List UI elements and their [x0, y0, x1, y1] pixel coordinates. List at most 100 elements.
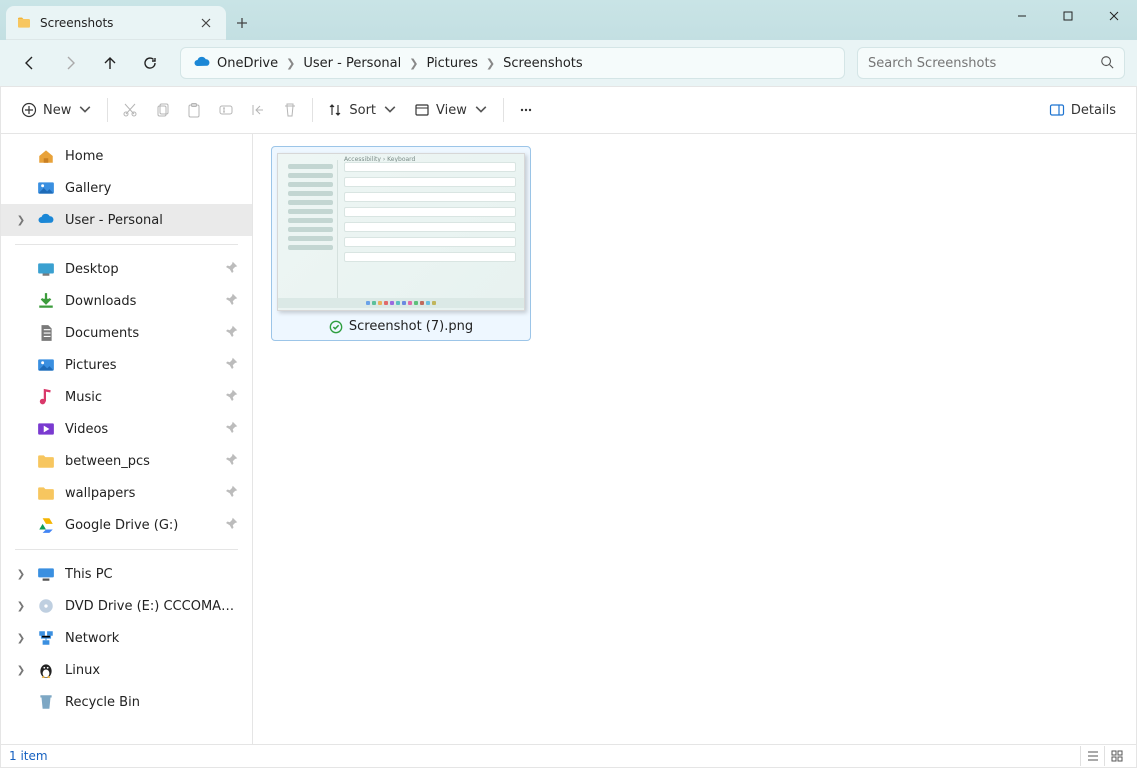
sidebar-item-this-pc[interactable]: ❯ This PC: [1, 558, 252, 590]
sidebar-item-google-drive[interactable]: Google Drive (G:): [1, 509, 252, 541]
title-bar: Screenshots: [0, 0, 1137, 40]
maximize-button[interactable]: [1045, 0, 1091, 32]
pin-icon[interactable]: [226, 389, 238, 405]
sidebar-item-folder[interactable]: wallpapers: [1, 477, 252, 509]
close-window-button[interactable]: [1091, 0, 1137, 32]
recycle-bin-icon: [37, 693, 55, 711]
chevron-right-icon[interactable]: ❯: [405, 57, 422, 70]
sidebar-item-network[interactable]: ❯ Network: [1, 622, 252, 654]
sidebar-item-home[interactable]: Home: [1, 140, 252, 172]
minimize-button[interactable]: [999, 0, 1045, 32]
new-label: New: [43, 103, 71, 118]
copy-button[interactable]: [146, 92, 178, 128]
sidebar-item-desktop[interactable]: Desktop: [1, 253, 252, 285]
sort-icon: [327, 102, 343, 118]
breadcrumb-current[interactable]: Screenshots: [499, 56, 587, 71]
sidebar-item-videos[interactable]: Videos: [1, 413, 252, 445]
sidebar-item-dvd-drive[interactable]: ❯ DVD Drive (E:) CCCOMA_X64FRE_EN: [1, 590, 252, 622]
sidebar-item-downloads[interactable]: Downloads: [1, 285, 252, 317]
tab-title: Screenshots: [40, 16, 194, 30]
up-button[interactable]: [92, 47, 128, 79]
chevron-right-icon[interactable]: ❯: [482, 57, 499, 70]
sidebar-item-folder[interactable]: between_pcs: [1, 445, 252, 477]
search-icon[interactable]: [1100, 54, 1114, 73]
chevron-down-icon: [473, 102, 489, 118]
network-icon: [37, 629, 55, 647]
breadcrumb-item[interactable]: User - Personal: [299, 56, 405, 71]
pin-icon[interactable]: [226, 421, 238, 437]
pin-icon[interactable]: [226, 485, 238, 501]
view-button[interactable]: View: [406, 92, 497, 128]
pin-icon[interactable]: [226, 453, 238, 469]
breadcrumb-bar[interactable]: OneDrive ❯ User - Personal ❯ Pictures ❯ …: [180, 47, 845, 79]
file-list-area[interactable]: Accessibility › Keyboard Screenshot (7).…: [253, 134, 1136, 744]
more-button[interactable]: [510, 92, 542, 128]
pin-icon[interactable]: [226, 325, 238, 341]
chevron-right-icon[interactable]: ❯: [15, 569, 27, 580]
delete-button[interactable]: [274, 92, 306, 128]
sidebar-item-linux[interactable]: ❯ Linux: [1, 654, 252, 686]
chevron-right-icon[interactable]: ❯: [15, 633, 27, 644]
folder-icon: [16, 15, 32, 31]
sidebar-item-label: Documents: [65, 326, 216, 341]
sidebar-item-recycle-bin[interactable]: Recycle Bin: [1, 686, 252, 718]
search-box[interactable]: [857, 47, 1125, 79]
tab-close-button[interactable]: [194, 11, 218, 35]
pin-icon[interactable]: [226, 261, 238, 277]
search-input[interactable]: [868, 56, 1100, 71]
view-icon: [414, 102, 430, 118]
details-pane-button[interactable]: Details: [1041, 92, 1124, 128]
sidebar-item-onedrive-personal[interactable]: ❯ User - Personal: [1, 204, 252, 236]
rename-button[interactable]: [210, 92, 242, 128]
rename-icon: [218, 102, 234, 118]
new-button[interactable]: New: [13, 92, 101, 128]
cut-button[interactable]: [114, 92, 146, 128]
thumbnails-view-button[interactable]: [1104, 746, 1128, 766]
refresh-button[interactable]: [132, 47, 168, 79]
file-item-selected[interactable]: Accessibility › Keyboard Screenshot (7).…: [271, 146, 531, 341]
sidebar-item-label: Music: [65, 390, 216, 405]
status-item-count: 1 item: [9, 749, 48, 763]
chevron-right-icon[interactable]: ❯: [15, 665, 27, 676]
breadcrumb-root[interactable]: OneDrive: [189, 54, 282, 72]
breadcrumb-label: Screenshots: [503, 56, 583, 71]
window-tab[interactable]: Screenshots: [6, 6, 226, 40]
desktop-icon: [37, 260, 55, 278]
sidebar-item-music[interactable]: Music: [1, 381, 252, 413]
breadcrumb-label: OneDrive: [217, 56, 278, 71]
sidebar-separator: [15, 244, 238, 245]
back-button[interactable]: [12, 47, 48, 79]
videos-icon: [37, 420, 55, 438]
details-view-button[interactable]: [1080, 746, 1104, 766]
share-button[interactable]: [242, 92, 274, 128]
details-pane-icon: [1049, 102, 1065, 118]
sort-button[interactable]: Sort: [319, 92, 406, 128]
new-tab-button[interactable]: [226, 6, 258, 40]
chevron-right-icon[interactable]: ❯: [15, 215, 27, 226]
breadcrumb-item[interactable]: Pictures: [422, 56, 481, 71]
ellipsis-icon: [518, 102, 534, 118]
file-thumbnail: Accessibility › Keyboard: [277, 153, 525, 311]
pin-icon[interactable]: [226, 517, 238, 533]
pin-icon[interactable]: [226, 293, 238, 309]
sidebar-item-label: DVD Drive (E:) CCCOMA_X64FRE_EN: [65, 599, 238, 614]
chevron-right-icon[interactable]: ❯: [15, 601, 27, 612]
chevron-down-icon: [77, 102, 93, 118]
sidebar-item-documents[interactable]: Documents: [1, 317, 252, 349]
sidebar-item-label: Pictures: [65, 358, 216, 373]
disc-icon: [37, 597, 55, 615]
sidebar-item-gallery[interactable]: Gallery: [1, 172, 252, 204]
sidebar-item-label: Downloads: [65, 294, 216, 309]
navigation-pane[interactable]: Home Gallery ❯ User - Personal Desktop D…: [1, 134, 253, 744]
sidebar-item-pictures[interactable]: Pictures: [1, 349, 252, 381]
pin-icon[interactable]: [226, 357, 238, 373]
gallery-icon: [37, 179, 55, 197]
file-name: Screenshot (7).png: [349, 319, 473, 334]
sidebar-item-label: between_pcs: [65, 454, 216, 469]
forward-button[interactable]: [52, 47, 88, 79]
chevron-right-icon[interactable]: ❯: [282, 57, 299, 70]
sidebar-item-label: Network: [65, 631, 238, 646]
paste-button[interactable]: [178, 92, 210, 128]
sidebar-item-label: User - Personal: [65, 213, 238, 228]
content-area: Home Gallery ❯ User - Personal Desktop D…: [0, 134, 1137, 744]
